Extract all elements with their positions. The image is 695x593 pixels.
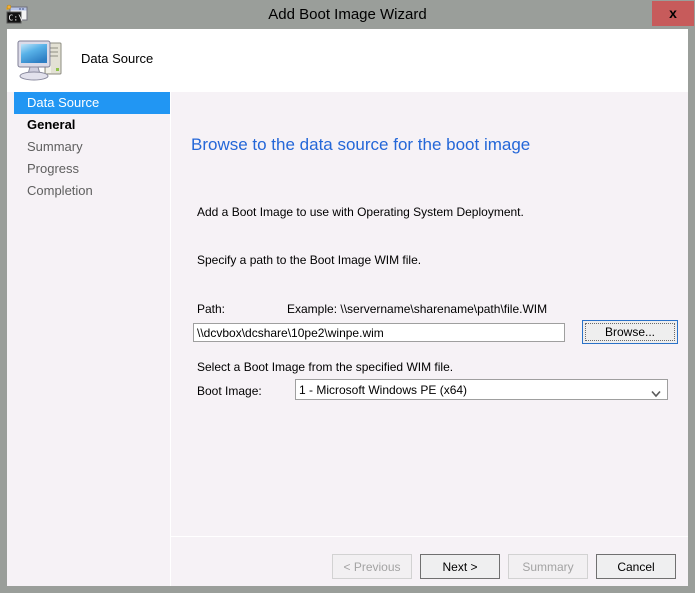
intro-text-line-1: Add a Boot Image to use with Operating S… (197, 205, 524, 219)
wizard-header: Data Source (7, 29, 688, 92)
window-title: Add Boot Image Wizard (268, 6, 427, 23)
path-example: Example: \\servername\sharename\path\fil… (287, 302, 548, 316)
path-label: Path: (197, 302, 226, 316)
sidebar-item-general[interactable]: General (14, 114, 170, 136)
computer-icon (15, 35, 67, 83)
sidebar-item-data-source[interactable]: Data Source (14, 92, 170, 114)
summary-button[interactable]: Summary (508, 554, 588, 579)
browse-button-label: Browse... (585, 323, 675, 341)
wim-note-text: Select a Boot Image from the specified W… (197, 360, 454, 374)
previous-button[interactable]: < Previous (332, 554, 412, 579)
client-area: Data Source Data Source General Summary … (7, 29, 688, 586)
intro-text-line-2: Specify a path to the Boot Image WIM fil… (197, 253, 422, 267)
header-title: Data Source (81, 51, 154, 66)
boot-image-select[interactable]: 1 - Microsoft Windows PE (x64) (295, 379, 668, 400)
close-button[interactable]: x (652, 1, 694, 26)
page-title: Browse to the data source for the boot i… (191, 135, 531, 154)
cancel-button[interactable]: Cancel (596, 554, 676, 579)
title-bar: C:\ Add Boot Image Wizard x (0, 0, 695, 29)
wizard-window: C:\ Add Boot Image Wizard x Data Source … (0, 0, 695, 593)
wizard-step-list: Data Source General Summary Progress Com… (7, 92, 170, 586)
wizard-footer: < Previous Next > Summary Cancel (171, 537, 688, 586)
browse-button[interactable]: Browse... (582, 320, 678, 344)
sidebar-item-summary[interactable]: Summary (14, 136, 170, 158)
path-input[interactable] (193, 323, 565, 342)
boot-image-label: Boot Image: (197, 384, 262, 398)
sidebar-item-completion[interactable]: Completion (14, 180, 170, 202)
main-content: Browse to the data source for the boot i… (171, 92, 688, 586)
sidebar-item-progress[interactable]: Progress (14, 158, 170, 180)
next-button[interactable]: Next > (420, 554, 500, 579)
